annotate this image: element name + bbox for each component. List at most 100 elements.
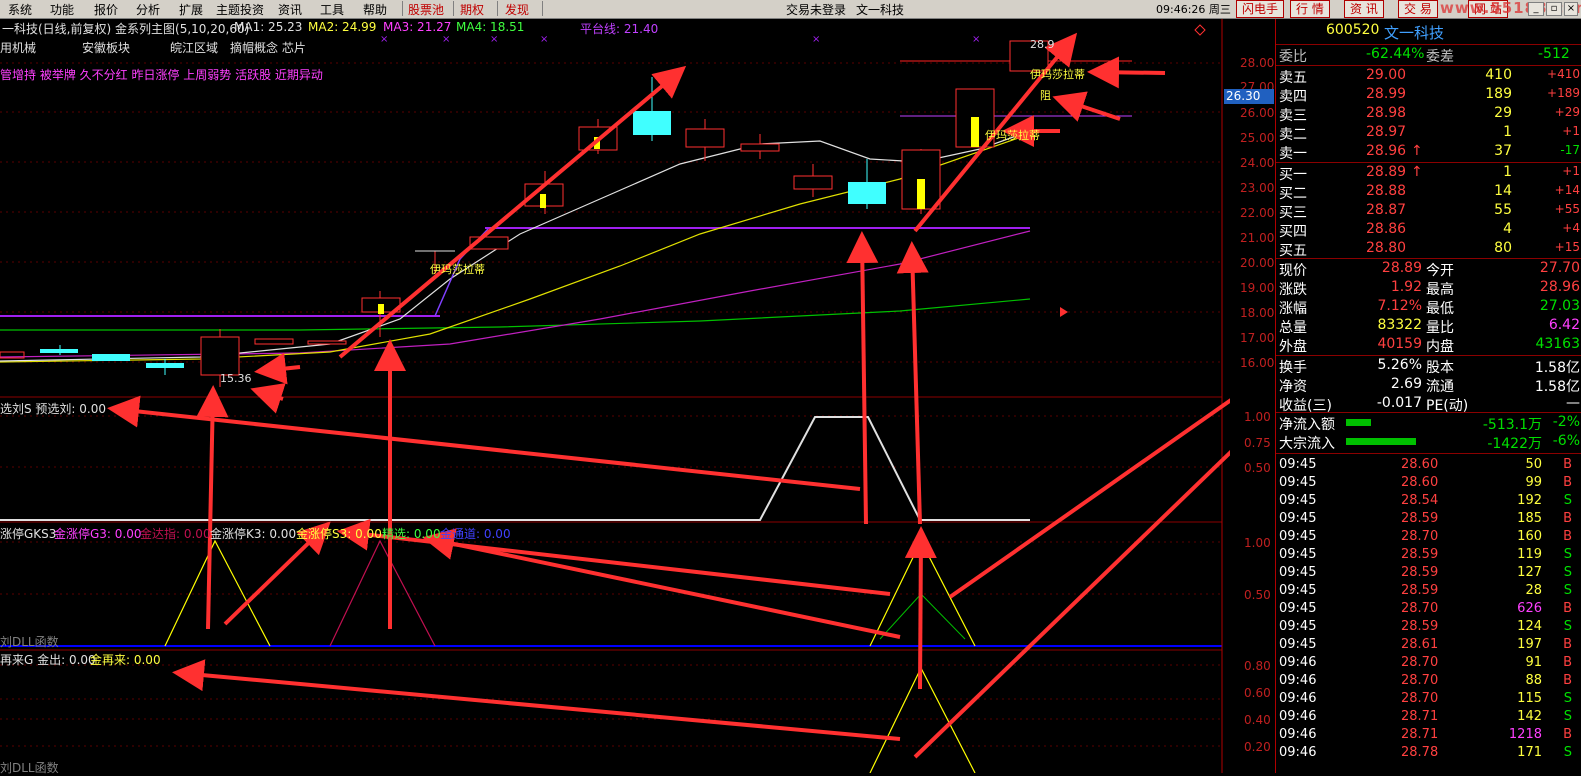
menu-bar: 系统 功能 报价 分析 扩展 主题投资 资讯 工具 帮助 股票池 期权 发现 交… <box>0 0 1581 19</box>
stat-label: 现价 <box>1279 263 1307 279</box>
tag-region-wanjiang[interactable]: 皖江区域 <box>170 39 218 56</box>
menu-analysis[interactable]: 分析 <box>136 1 160 18</box>
menu-news[interactable]: 资讯 <box>278 1 302 18</box>
weibi-value: -62.44% <box>1366 46 1425 62</box>
tick-time: 09:45 <box>1279 457 1317 472</box>
stat-value: -0.017 <box>1376 395 1422 411</box>
bid-volume: 14 <box>1494 183 1512 199</box>
bid-volume: 1 <box>1503 164 1512 180</box>
tick-side: S <box>1563 691 1572 706</box>
flow-label: 净流入额 <box>1279 417 1335 433</box>
bid-change: +1 <box>1562 164 1580 178</box>
tick-row[interactable]: 09:46 28.70 115 S <box>1276 691 1581 706</box>
tag-region-anhui[interactable]: 安徽板块 <box>82 39 130 56</box>
top-markers: × × × × × × <box>380 34 980 45</box>
stat-label: 涨跌 <box>1279 282 1307 298</box>
minimize-icon[interactable]: _ <box>1528 2 1544 16</box>
menu-function[interactable]: 功能 <box>50 1 74 18</box>
tick-row[interactable]: 09:45 28.59 124 S <box>1276 619 1581 634</box>
bid-row[interactable]: 买二 28.88 14 +14 <box>1276 183 1581 202</box>
trade-button[interactable]: 交 易 <box>1398 0 1438 18</box>
menu-quote[interactable]: 报价 <box>94 1 118 18</box>
tag-concept[interactable]: 摘帽概念 芯片 <box>230 39 306 56</box>
stat-value: 40159 <box>1377 336 1422 352</box>
tick-time: 09:45 <box>1279 547 1317 562</box>
ask-row[interactable]: 卖四 28.99 189 +189 <box>1276 86 1581 105</box>
tick-row[interactable]: 09:45 28.59 127 S <box>1276 565 1581 580</box>
bid-row[interactable]: 买四 28.86 4 +4 <box>1276 221 1581 240</box>
tick-row[interactable]: 09:46 28.70 91 B <box>1276 655 1581 670</box>
ask-price: 29.00 <box>1366 67 1407 83</box>
sub1-legend: 选刘S 预选刘: 0.00 <box>0 402 107 416</box>
bid-row[interactable]: 买三 28.87 55 +55 <box>1276 202 1581 221</box>
stat-label: 最低 <box>1426 301 1454 317</box>
menu-discover[interactable]: 发现 <box>505 1 529 18</box>
flow-bar <box>1346 419 1371 426</box>
menu-separator <box>542 1 543 16</box>
tick-row[interactable]: 09:45 28.59 28 S <box>1276 583 1581 598</box>
tick-time: 09:46 <box>1279 709 1317 724</box>
tick-time: 09:45 <box>1279 511 1317 526</box>
lightning-trade-button[interactable]: 闪电手 <box>1236 0 1285 18</box>
close-icon[interactable]: × <box>1564 2 1578 16</box>
annotation-label: 伊玛莎拉蒂 <box>1030 68 1085 81</box>
tick-row[interactable]: 09:45 28.60 99 B <box>1276 475 1581 490</box>
tick-row[interactable]: 09:46 28.78 171 S <box>1276 745 1581 760</box>
tick-row[interactable]: 09:45 28.60 50 B <box>1276 457 1581 472</box>
menu-extend[interactable]: 扩展 <box>179 1 203 18</box>
y-tick: 21.00 <box>1240 231 1275 245</box>
ask-row[interactable]: 卖三 28.98 29 +29 <box>1276 105 1581 124</box>
ask-price: 28.98 <box>1366 105 1407 121</box>
ask-change: +1 <box>1562 124 1580 138</box>
tick-volume: 185 <box>1517 511 1542 526</box>
bid-price: 28.86 <box>1366 221 1407 237</box>
bid-row[interactable]: 买五 28.80 80 +15 <box>1276 240 1581 259</box>
tick-price: 28.71 <box>1401 709 1439 724</box>
high-price-label: 28.9 <box>1030 38 1055 51</box>
sub1-indicator-line <box>0 416 1030 521</box>
menu-tools[interactable]: 工具 <box>320 1 344 18</box>
menu-options[interactable]: 期权 <box>460 1 484 18</box>
y-tick: 19.00 <box>1240 281 1275 295</box>
tick-row[interactable]: 09:46 28.71 142 S <box>1276 709 1581 724</box>
menu-stock-pool[interactable]: 股票池 <box>408 1 444 18</box>
quote-button[interactable]: 行 情 <box>1290 0 1330 18</box>
menu-help[interactable]: 帮助 <box>363 1 387 18</box>
tick-row[interactable]: 09:45 28.70 160 B <box>1276 529 1581 544</box>
bid-row[interactable]: 买一 28.89 ↑ 1 +1 <box>1276 164 1581 183</box>
tick-row[interactable]: 09:46 28.70 88 B <box>1276 673 1581 688</box>
kline-chart-area[interactable]: × × × × × × 一科技(日线,前复权) 金系列主图(5,10,20,60… <box>0 19 1230 775</box>
tick-row[interactable]: 09:45 28.59 119 S <box>1276 547 1581 562</box>
tick-volume: 50 <box>1525 457 1542 472</box>
ask-arrow-icon: ↑ <box>1411 143 1423 159</box>
y-tick: 0.75 <box>1244 436 1271 450</box>
menu-system[interactable]: 系统 <box>8 1 32 18</box>
tick-volume: 119 <box>1517 547 1542 562</box>
restore-icon[interactable]: ▫ <box>1546 2 1562 16</box>
flow-row: 净流入额 -513.1万 -2% <box>1276 414 1581 433</box>
tick-row[interactable]: 09:45 28.61 197 B <box>1276 637 1581 652</box>
tick-row[interactable]: 09:45 28.54 192 S <box>1276 493 1581 508</box>
y-tick: 0.50 <box>1244 461 1271 475</box>
flow-value: -1422万 <box>1487 436 1542 452</box>
stat-label: 最高 <box>1426 282 1454 298</box>
menu-theme-invest[interactable]: 主题投资 <box>216 1 264 18</box>
tag-industry[interactable]: 用机械 <box>0 39 36 56</box>
y-tick: 0.60 <box>1244 686 1271 700</box>
tick-row[interactable]: 09:45 28.70 626 B <box>1276 601 1581 616</box>
tick-row[interactable]: 09:45 28.59 185 B <box>1276 511 1581 526</box>
ask-row[interactable]: 卖二 28.97 1 +1 <box>1276 124 1581 143</box>
news-button[interactable]: 资 讯 <box>1344 0 1384 18</box>
sub2-magenta-peak <box>329 539 436 647</box>
tick-time: 09:45 <box>1279 601 1317 616</box>
ask-row[interactable]: 卖一 28.96 ↑ 37 -17 <box>1276 143 1581 162</box>
tick-side: S <box>1563 493 1572 508</box>
sub3-legend-again: 金再来: 0.00 <box>90 653 161 667</box>
ask-row[interactable]: 卖五 29.00 410 +410 <box>1276 67 1581 86</box>
tick-price: 28.78 <box>1401 745 1439 760</box>
ask-change: +189 <box>1547 86 1580 100</box>
ask-label: 卖五 <box>1279 70 1307 86</box>
login-status[interactable]: 交易未登录 <box>786 1 846 18</box>
tick-row[interactable]: 09:46 28.71 1218 B <box>1276 727 1581 742</box>
svg-text:×: × <box>490 34 498 45</box>
